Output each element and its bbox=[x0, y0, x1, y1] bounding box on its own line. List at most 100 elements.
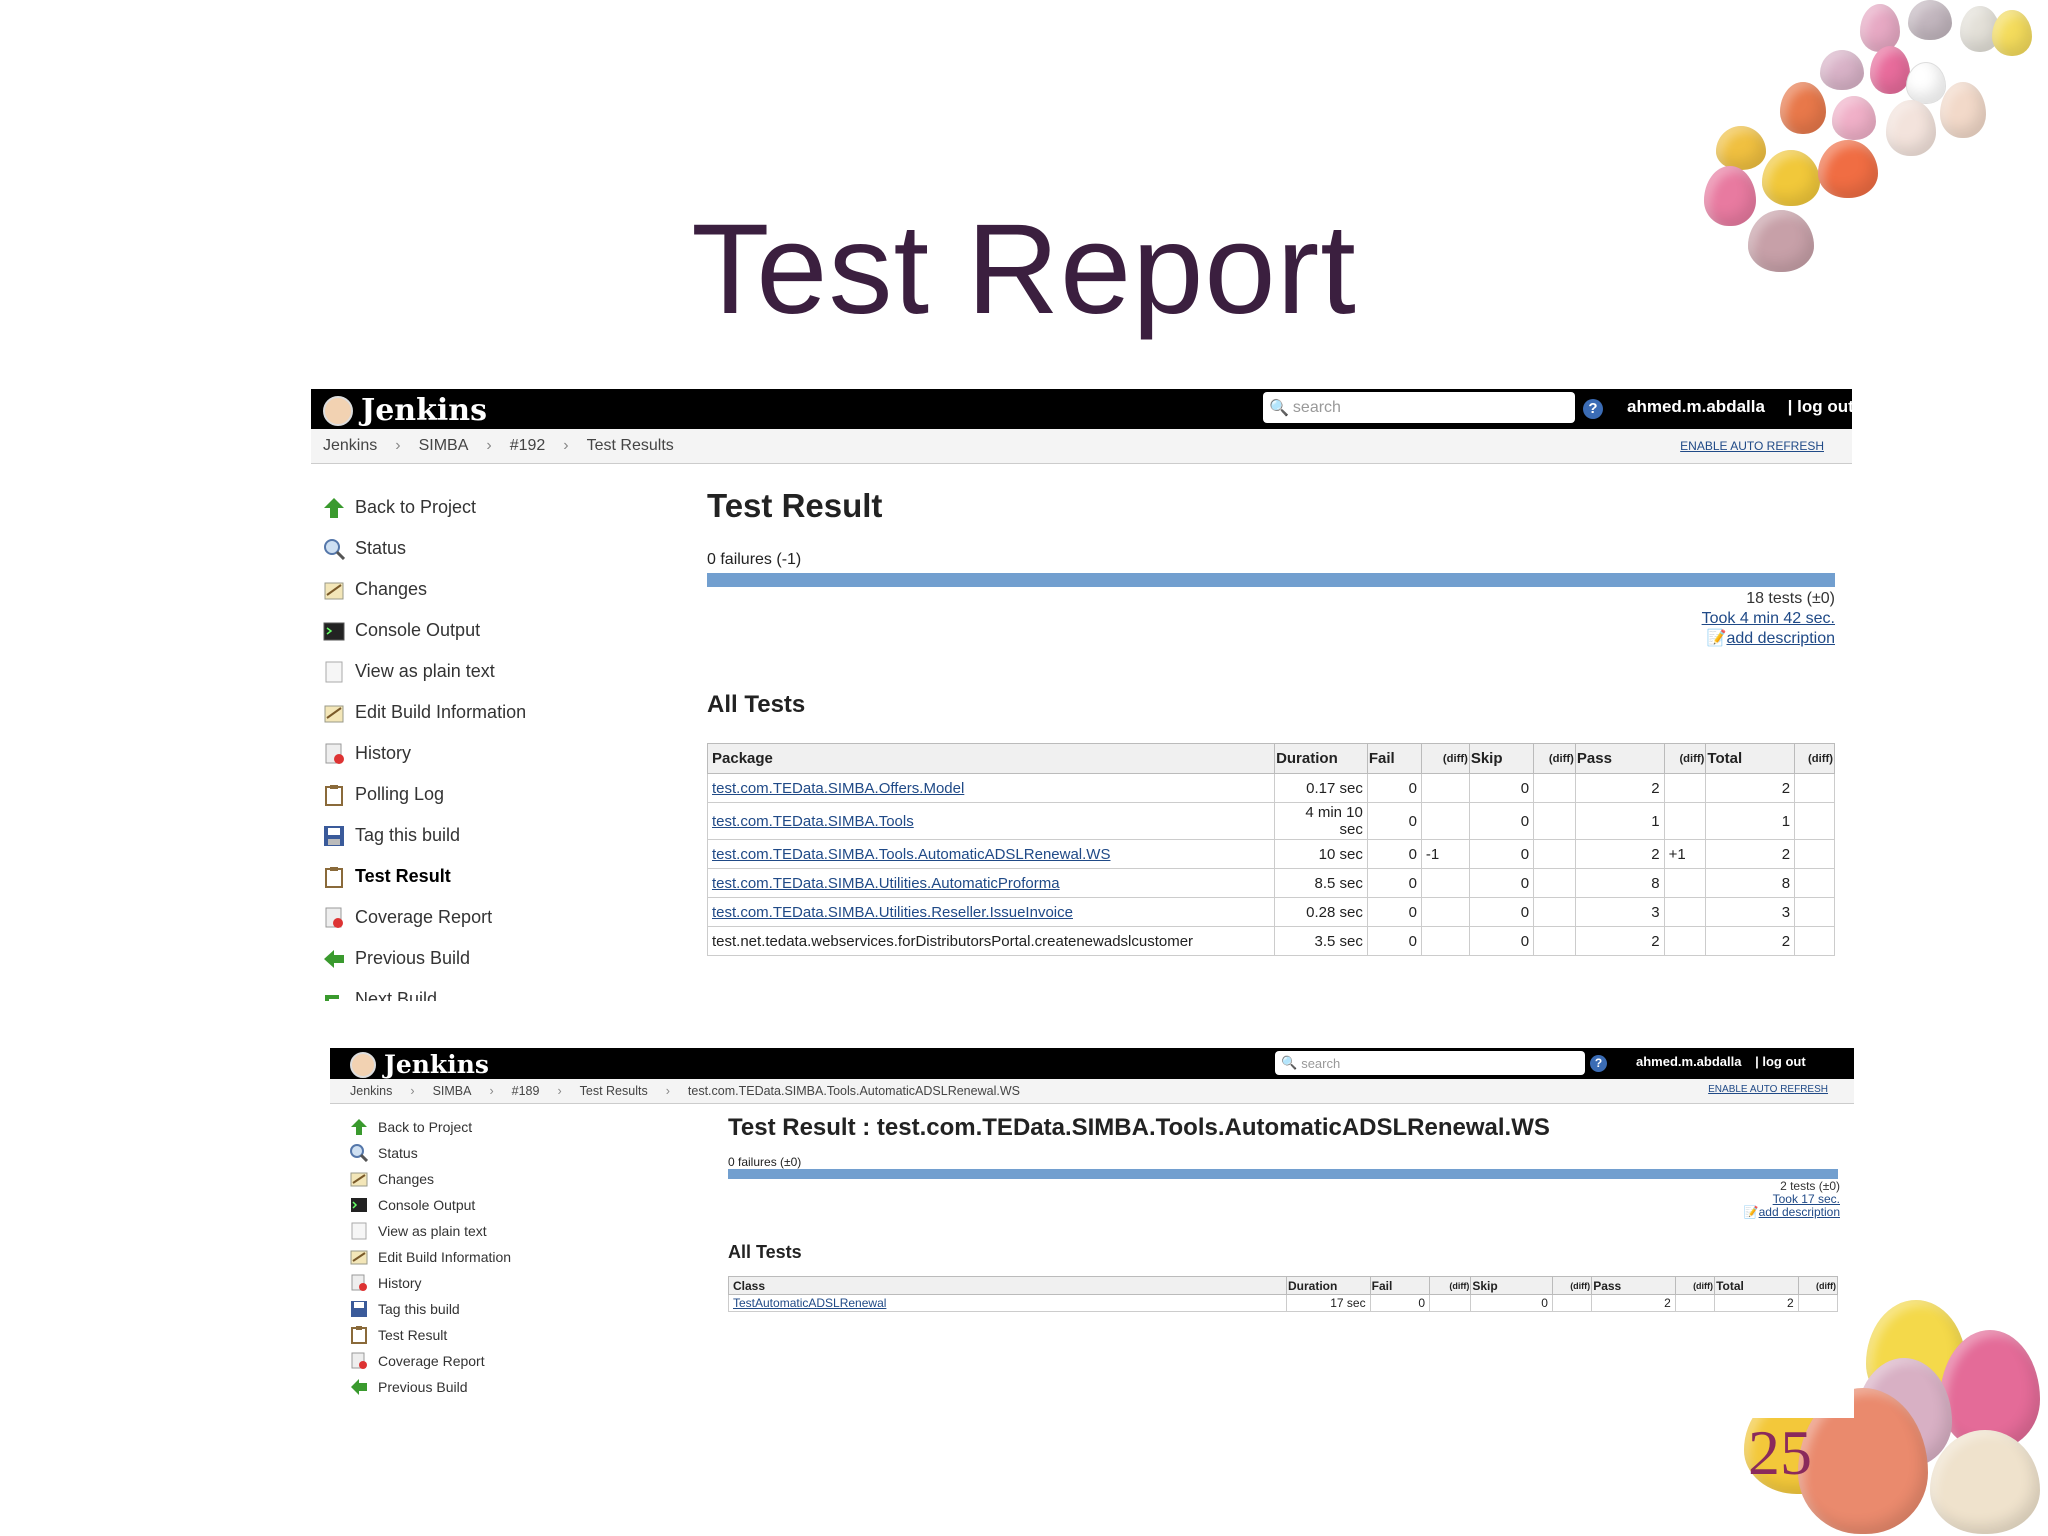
search-input[interactable]: 🔍 search bbox=[1263, 392, 1575, 423]
sidebar-item-history[interactable]: History bbox=[350, 1270, 730, 1296]
row-name-link[interactable]: test.com.TEData.SIMBA.Offers.Model bbox=[712, 780, 964, 797]
breadcrumb-package[interactable]: test.com.TEData.SIMBA.Tools.AutomaticADS… bbox=[688, 1084, 1020, 1098]
sidebar-item-coverage-report[interactable]: Coverage Report bbox=[350, 1348, 730, 1374]
column-header[interactable]: Total bbox=[1714, 1276, 1799, 1295]
sidebar-item-console-output[interactable]: Console Output bbox=[323, 610, 703, 651]
logout-link[interactable]: | log out bbox=[1788, 397, 1852, 416]
fail-diff-cell bbox=[1420, 773, 1470, 803]
breadcrumb-test-results[interactable]: Test Results bbox=[580, 1084, 648, 1098]
sidebar-item-changes[interactable]: Changes bbox=[350, 1166, 730, 1192]
logout-link[interactable]: | log out bbox=[1755, 1054, 1806, 1069]
jenkins-logo[interactable]: Jenkins bbox=[350, 1050, 489, 1079]
row-name-link[interactable]: test.com.TEData.SIMBA.Utilities.Automati… bbox=[712, 875, 1060, 892]
breadcrumb-simba[interactable]: SIMBA bbox=[433, 1084, 472, 1098]
column-header[interactable]: (diff) bbox=[1429, 1276, 1472, 1295]
column-header[interactable]: (diff) bbox=[1797, 1276, 1839, 1295]
page-heading: Test Result bbox=[707, 487, 883, 524]
table-row: TestAutomaticADSLRenewal 17 sec 0 0 2 2 bbox=[727, 1294, 1839, 1312]
sidebar: Back to Project Status Changes Console O… bbox=[350, 1114, 730, 1400]
username-link[interactable]: ahmed.m.abdalla bbox=[1627, 397, 1765, 416]
sidebar-item-changes[interactable]: Changes bbox=[323, 569, 703, 610]
breadcrumb-build[interactable]: #192 bbox=[510, 437, 546, 455]
sidebar-item-back-to-project[interactable]: Back to Project bbox=[323, 487, 703, 528]
column-header[interactable]: Skip bbox=[1468, 743, 1535, 774]
sidebar-item-coverage-report[interactable]: Coverage Report bbox=[323, 897, 703, 938]
sidebar-item-label: Next Build bbox=[355, 989, 438, 1001]
pass-cell: 2 bbox=[1591, 1294, 1676, 1312]
sidebar-item-label: History bbox=[355, 743, 412, 763]
breadcrumb-jenkins[interactable]: Jenkins bbox=[350, 1084, 392, 1098]
column-header[interactable]: (diff) bbox=[1663, 743, 1707, 774]
column-header[interactable]: Duration bbox=[1286, 1276, 1371, 1295]
username-link[interactable]: ahmed.m.abdalla bbox=[1636, 1054, 1741, 1069]
enable-auto-refresh-link[interactable]: ENABLE AUTO REFRESH bbox=[1680, 439, 1824, 453]
sidebar-item-next-build[interactable]: Next Build bbox=[323, 979, 703, 1001]
sidebar-item-label: Previous Build bbox=[355, 948, 471, 968]
column-header[interactable]: (diff) bbox=[1420, 743, 1470, 774]
terminal-icon bbox=[350, 1196, 368, 1214]
column-header[interactable]: Fail bbox=[1369, 1276, 1431, 1295]
breadcrumb-build[interactable]: #189 bbox=[512, 1084, 540, 1098]
column-header[interactable]: Pass bbox=[1574, 743, 1665, 774]
sidebar-item-status[interactable]: Status bbox=[350, 1140, 730, 1166]
column-header[interactable]: Skip bbox=[1470, 1276, 1553, 1295]
sidebar-item-label: Test Result bbox=[355, 866, 451, 886]
sidebar-item-edit-build-information[interactable]: Edit Build Information bbox=[323, 692, 703, 733]
column-header[interactable]: Pass bbox=[1591, 1276, 1676, 1295]
column-header[interactable]: Duration bbox=[1274, 743, 1368, 774]
sidebar-item-tag-this-build[interactable]: Tag this build bbox=[350, 1296, 730, 1322]
breadcrumb-simba[interactable]: SIMBA bbox=[419, 437, 469, 455]
row-name-link[interactable]: TestAutomaticADSLRenewal bbox=[733, 1296, 886, 1310]
took-duration-link[interactable]: Took 17 sec. bbox=[1773, 1192, 1840, 1206]
breadcrumb-jenkins[interactable]: Jenkins bbox=[323, 437, 377, 455]
search-placeholder: search bbox=[1301, 1055, 1341, 1071]
duration-cell: 10 sec bbox=[1274, 839, 1368, 869]
sidebar-item-label: Status bbox=[355, 538, 407, 558]
row-name-link[interactable]: test.com.TEData.SIMBA.Tools.AutomaticADS… bbox=[712, 846, 1110, 863]
column-header[interactable]: (diff) bbox=[1794, 743, 1835, 774]
column-header[interactable]: Fail bbox=[1366, 743, 1422, 774]
failures-summary: 0 failures (-1) bbox=[707, 551, 802, 568]
total-cell: 2 bbox=[1705, 926, 1796, 956]
document-icon bbox=[350, 1222, 368, 1240]
column-header[interactable]: Total bbox=[1705, 743, 1796, 774]
sidebar-item-polling-log[interactable]: Polling Log bbox=[323, 774, 703, 815]
breadcrumb-test-results[interactable]: Test Results bbox=[587, 437, 674, 455]
sidebar-item-tag-this-build[interactable]: Tag this build bbox=[323, 815, 703, 856]
row-name-link[interactable]: test.com.TEData.SIMBA.Utilities.Reseller… bbox=[712, 904, 1073, 921]
column-header[interactable]: Package bbox=[706, 743, 1276, 774]
sidebar-item-back-to-project[interactable]: Back to Project bbox=[350, 1114, 730, 1140]
column-header[interactable]: (diff) bbox=[1533, 743, 1576, 774]
sidebar-item-previous-build[interactable]: Previous Build bbox=[350, 1374, 730, 1400]
notepad-icon: 📝 bbox=[1706, 630, 1727, 647]
help-icon[interactable]: ? bbox=[1590, 1055, 1607, 1072]
sidebar-item-previous-build[interactable]: Previous Build bbox=[323, 938, 703, 979]
sidebar-item-view-plain-text[interactable]: View as plain text bbox=[323, 651, 703, 692]
add-description-link[interactable]: add description bbox=[1759, 1205, 1840, 1219]
jenkins-logo[interactable]: Jenkins bbox=[323, 393, 487, 428]
sidebar-item-test-result[interactable]: Test Result bbox=[323, 856, 703, 897]
enable-auto-refresh-link[interactable]: ENABLE AUTO REFRESH bbox=[1708, 1084, 1828, 1095]
sidebar-item-test-result[interactable]: Test Result bbox=[350, 1322, 730, 1348]
sidebar-item-history[interactable]: History bbox=[323, 733, 703, 774]
table-row: test.net.tedata.webservices.forDistribut… bbox=[706, 926, 1835, 956]
jenkins-butler-icon bbox=[323, 395, 353, 426]
took-duration-link[interactable]: Took 4 min 42 sec. bbox=[1702, 610, 1835, 627]
total-cell: 2 bbox=[1714, 1294, 1799, 1312]
sidebar-item-status[interactable]: Status bbox=[323, 528, 703, 569]
document-icon bbox=[323, 661, 345, 683]
sidebar-item-edit-build-information[interactable]: Edit Build Information bbox=[350, 1244, 730, 1270]
fail-cell: 0 bbox=[1366, 897, 1422, 927]
skip-cell: 0 bbox=[1468, 839, 1535, 869]
column-header[interactable]: (diff) bbox=[1674, 1276, 1716, 1295]
skip-cell: 0 bbox=[1468, 773, 1535, 803]
add-description-link[interactable]: add description bbox=[1726, 630, 1835, 647]
column-header[interactable]: (diff) bbox=[1551, 1276, 1593, 1295]
help-icon[interactable]: ? bbox=[1583, 399, 1603, 419]
sidebar-item-console-output[interactable]: Console Output bbox=[350, 1192, 730, 1218]
row-name-link[interactable]: test.com.TEData.SIMBA.Tools bbox=[712, 813, 914, 830]
sidebar-item-label: Previous Build bbox=[378, 1379, 468, 1395]
sidebar-item-view-plain-text[interactable]: View as plain text bbox=[350, 1218, 730, 1244]
column-header[interactable]: Class bbox=[727, 1276, 1288, 1295]
search-input[interactable]: 🔍 search bbox=[1275, 1051, 1585, 1075]
